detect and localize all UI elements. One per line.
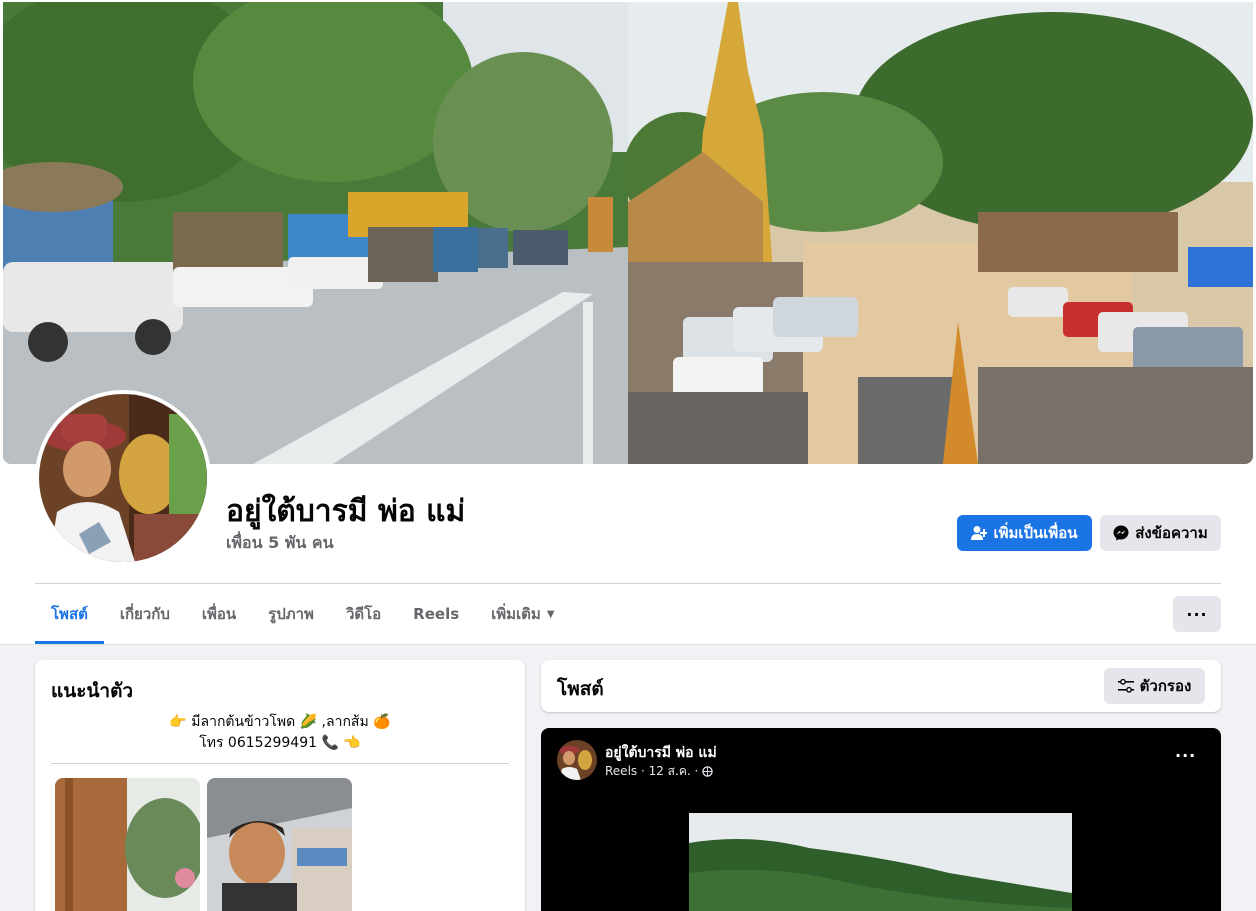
tab-videos[interactable]: วิดีโอ <box>330 584 397 644</box>
tab-videos-label: วิดีโอ <box>345 605 382 623</box>
bio-text: 👉 มีลากต้นข้าวโพด 🌽 ,ลากส้ม 🍊 โทร 061529… <box>51 712 509 754</box>
intro-title: แนะนำตัว <box>51 680 134 702</box>
tab-friends-label: เพื่อน <box>201 605 237 623</box>
featured-photo[interactable] <box>207 778 352 911</box>
message-button[interactable]: ส่งข้อความ <box>1100 515 1221 551</box>
tab-photos-label: รูปภาพ <box>268 605 314 623</box>
tab-photos[interactable]: รูปภาพ <box>252 584 330 644</box>
post-author-avatar[interactable] <box>557 740 597 780</box>
friend-count[interactable]: เพื่อน 5 พัน คน <box>226 531 334 556</box>
add-friend-icon <box>971 526 988 540</box>
globe-icon <box>702 766 714 777</box>
tab-more[interactable]: เพิ่มเติม ▼ <box>475 584 570 644</box>
reel-post[interactable]: อยู่ใต้บารมี พ่อ แม่ Reels · 12 ส.ค. · ·… <box>541 728 1221 911</box>
post-author-name[interactable]: อยู่ใต้บารมี พ่อ แม่ <box>605 742 717 764</box>
add-friend-button[interactable]: เพิ่มเป็นเพื่อน <box>957 515 1092 551</box>
filter-label: ตัวกรอง <box>1139 677 1192 695</box>
reel-video[interactable] <box>689 813 1072 911</box>
tab-posts[interactable]: โพสต์ <box>35 584 104 644</box>
cover-photo[interactable] <box>3 2 1253 464</box>
post-meta: Reels · 12 ส.ค. · <box>605 762 714 781</box>
message-label: ส่งข้อความ <box>1135 524 1208 542</box>
bio-line-1: 👉 มีลากต้นข้าวโพด 🌽 ,ลากส้ม 🍊 <box>169 714 391 730</box>
posts-title: โพสต์ <box>557 678 604 700</box>
tab-friends[interactable]: เพื่อน <box>186 584 252 644</box>
post-more-icon[interactable]: ··· <box>1175 746 1196 765</box>
tab-about-label: เกี่ยวกับ <box>119 605 170 623</box>
caret-down-icon: ▼ <box>546 608 555 620</box>
featured-photo[interactable] <box>55 778 200 911</box>
tab-reels-label: Reels <box>413 605 460 623</box>
bio-line-2: โทร 0615299491 📞 👈 <box>199 735 361 751</box>
tab-about[interactable]: เกี่ยวกับ <box>104 584 186 644</box>
posts-header-card: โพสต์ ตัวกรอง <box>541 660 1221 712</box>
profile-avatar[interactable] <box>35 390 211 566</box>
filter-button[interactable]: ตัวกรอง <box>1104 668 1205 704</box>
post-meta-text: Reels · 12 ส.ค. · <box>605 764 699 778</box>
filter-icon <box>1117 678 1134 693</box>
intro-divider <box>51 763 509 764</box>
profile-tabs: โพสต์ เกี่ยวกับ เพื่อน รูปภาพ วิดีโอ Ree… <box>35 584 571 644</box>
profile-more-button[interactable]: ··· <box>1173 596 1221 632</box>
add-friend-label: เพิ่มเป็นเพื่อน <box>993 524 1078 542</box>
messenger-icon <box>1113 525 1129 541</box>
profile-name: อยู่ใต้บารมี พ่อ แม่ <box>226 494 466 529</box>
tab-more-label: เพิ่มเติม <box>491 605 541 623</box>
tab-reels[interactable]: Reels <box>397 584 475 644</box>
tab-posts-label: โพสต์ <box>51 605 88 623</box>
intro-card: แนะนำตัว 👉 มีลากต้นข้าวโพด 🌽 ,ลากส้ม 🍊 โ… <box>35 660 525 911</box>
